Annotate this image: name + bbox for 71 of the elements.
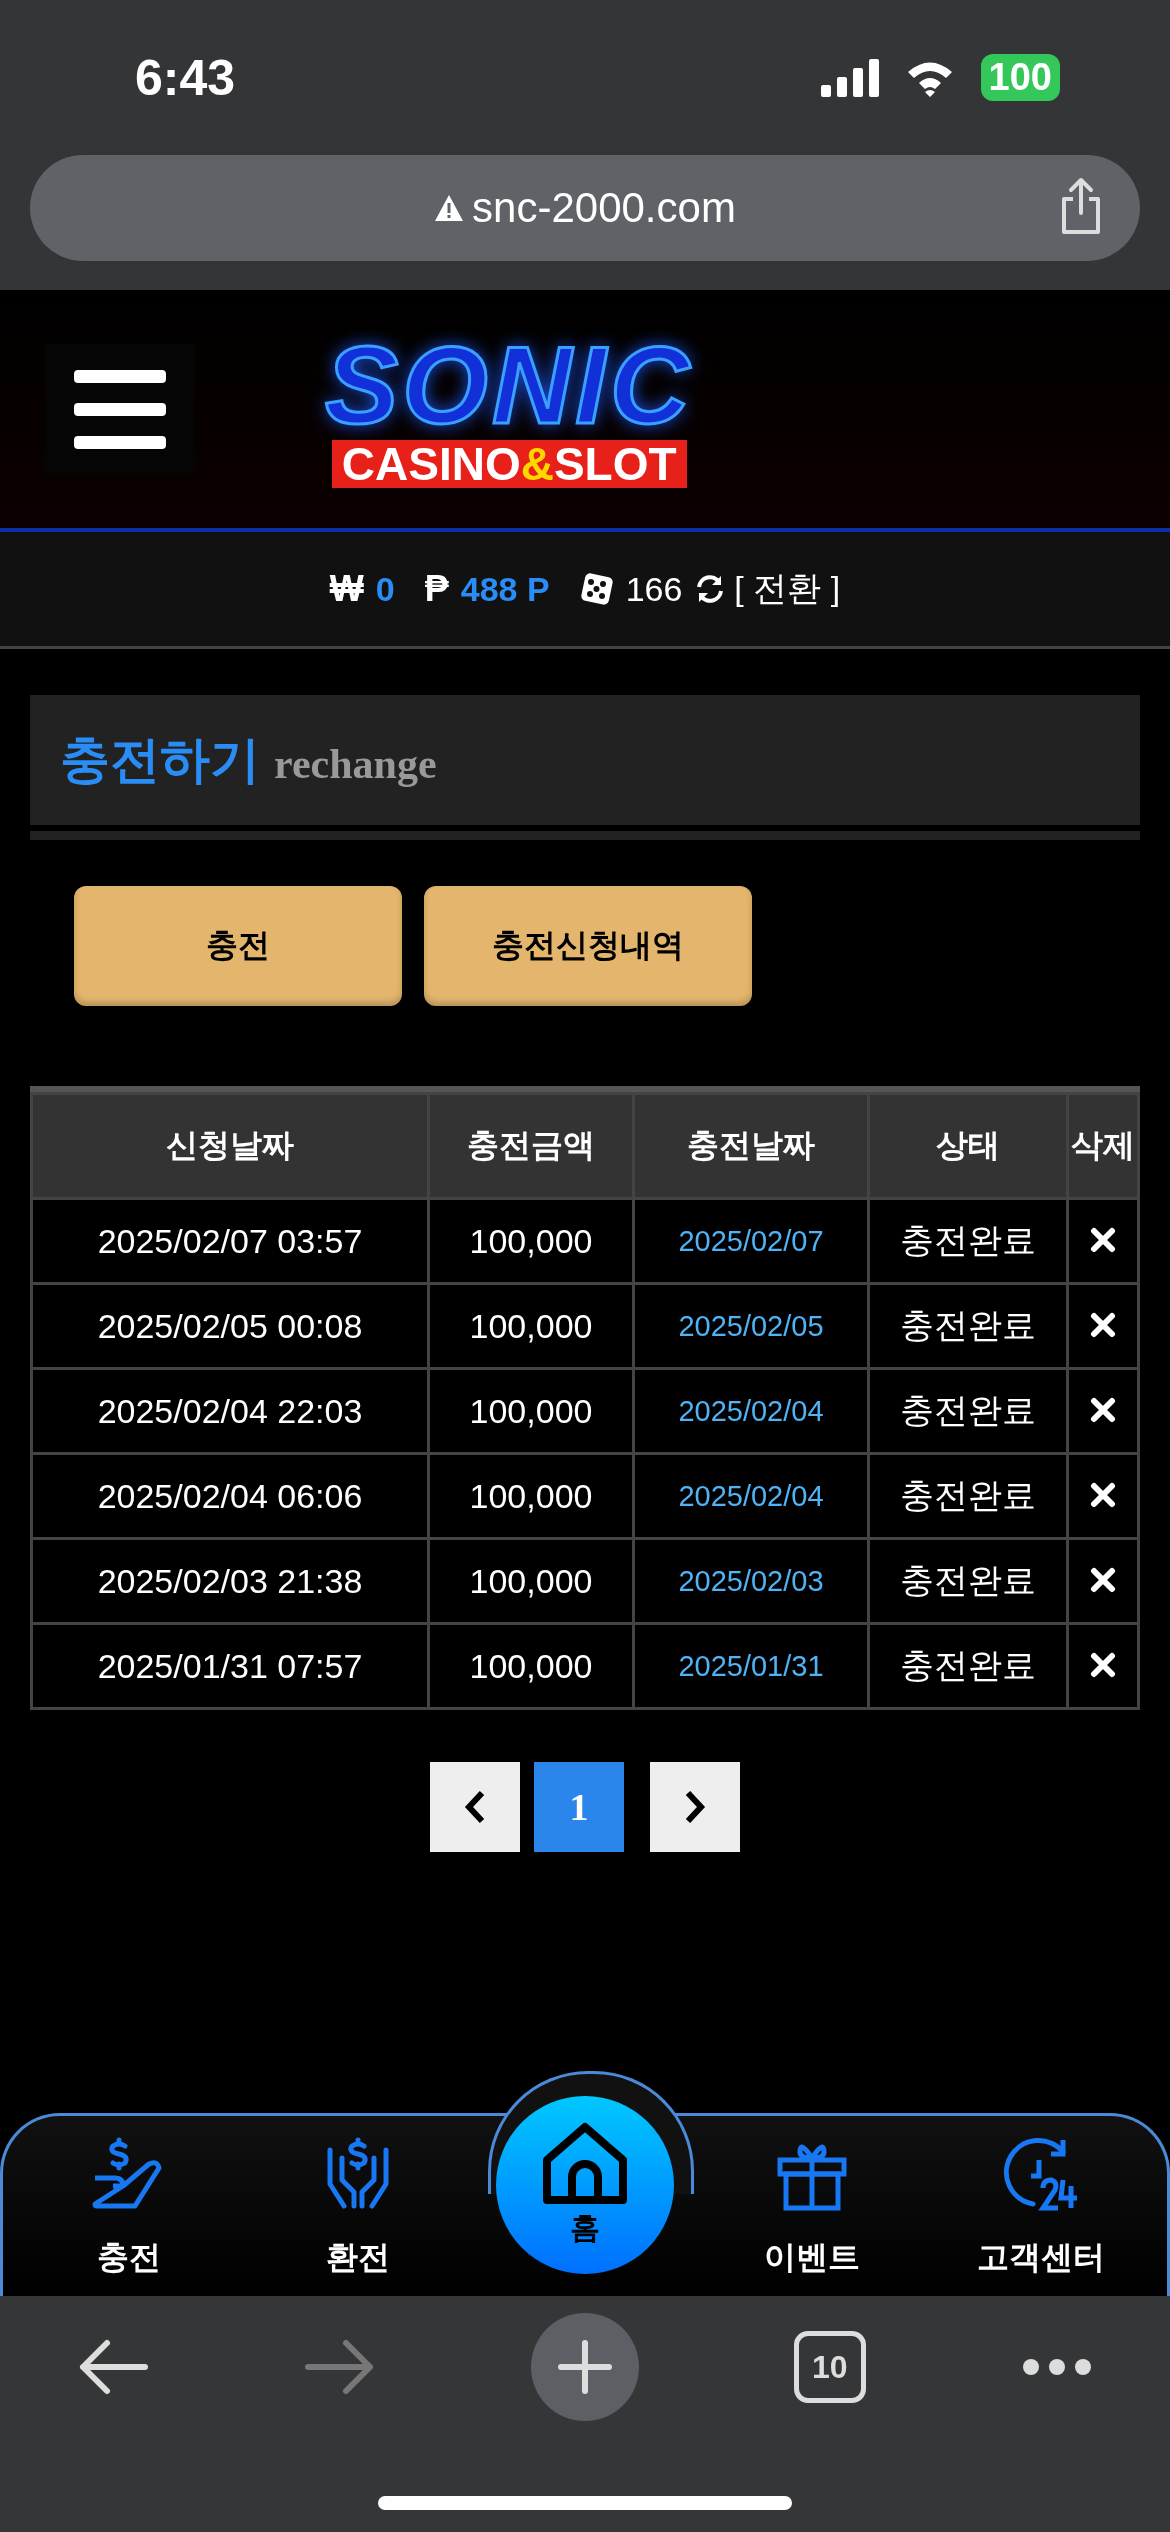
clock-24-icon bbox=[1002, 2136, 1079, 2212]
balance-amount: 488 P bbox=[460, 569, 550, 609]
delete-icon[interactable] bbox=[1090, 1566, 1116, 1593]
table-cell: 2025/02/05 bbox=[635, 1285, 867, 1367]
action-button[interactable]: 충전 bbox=[74, 886, 402, 1006]
page-subtitle: rechange bbox=[274, 740, 437, 788]
table-cell: 2025/01/31 bbox=[635, 1625, 867, 1707]
column-header: 충전금액 bbox=[430, 1095, 632, 1197]
column-header: 삭제 bbox=[1069, 1095, 1137, 1197]
tabs-button[interactable]: 10 bbox=[793, 2331, 866, 2403]
back-icon[interactable] bbox=[77, 2337, 150, 2397]
table-cell: 충전완료 bbox=[870, 1285, 1066, 1367]
nav-tab[interactable]: 이벤트 bbox=[722, 2136, 903, 2280]
page-title: 충전하기 bbox=[60, 730, 260, 790]
chevron-left-icon bbox=[464, 1790, 486, 1824]
convert-link[interactable]: [ 전환 ] bbox=[734, 566, 841, 612]
table-cell: 충전완료 bbox=[870, 1200, 1066, 1282]
table-cell: 100,000 bbox=[430, 1625, 632, 1707]
table-cell: 2025/02/04 06:06 bbox=[33, 1455, 427, 1537]
table-cell: 100,000 bbox=[430, 1455, 632, 1537]
delete-icon[interactable] bbox=[1090, 1651, 1116, 1678]
next-page-button[interactable] bbox=[650, 1762, 740, 1852]
nav-tab[interactable]: 고객센터 bbox=[950, 2136, 1131, 2280]
table-cell: 100,000 bbox=[430, 1540, 632, 1622]
delete-icon[interactable] bbox=[1090, 1226, 1116, 1253]
plus-icon bbox=[557, 2339, 613, 2395]
delete-icon[interactable] bbox=[1090, 1311, 1116, 1338]
warning-icon bbox=[434, 194, 465, 222]
table-cell: 2025/02/07 03:57 bbox=[33, 1200, 427, 1282]
table-cell: 충전완료 bbox=[870, 1370, 1066, 1452]
table-cell: 2025/02/07 bbox=[635, 1200, 867, 1282]
balance-amount: 166 bbox=[625, 569, 683, 609]
battery-indicator: 100 bbox=[980, 54, 1060, 101]
menu-icon bbox=[74, 368, 166, 450]
table-cell: 2025/02/05 00:08 bbox=[33, 1285, 427, 1367]
page-button[interactable]: 1 bbox=[534, 1762, 624, 1852]
nav-tab[interactable]: 충전 bbox=[39, 2136, 220, 2280]
table-cell: 충전완료 bbox=[870, 1455, 1066, 1537]
dice-icon bbox=[579, 572, 614, 606]
chevron-right-icon bbox=[684, 1790, 706, 1824]
column-header: 신청날짜 bbox=[33, 1095, 427, 1197]
currency-symbol: ₩ bbox=[329, 568, 364, 610]
table-cell: 2025/02/04 bbox=[635, 1455, 867, 1537]
table-cell: 충전완료 bbox=[870, 1540, 1066, 1622]
table-cell: 100,000 bbox=[430, 1200, 632, 1282]
table-cell: 2025/02/03 21:38 bbox=[33, 1540, 427, 1622]
delete-icon[interactable] bbox=[1090, 1396, 1116, 1423]
logo-subtitle: CASINO&SLOT bbox=[331, 440, 687, 488]
previous-page-button[interactable] bbox=[430, 1762, 520, 1852]
home-icon bbox=[541, 2121, 628, 2206]
action-button[interactable]: 충전신청내역 bbox=[424, 886, 752, 1006]
column-header: 충전날짜 bbox=[635, 1095, 867, 1197]
table-cell: 100,000 bbox=[430, 1285, 632, 1367]
table-cell: 충전완료 bbox=[870, 1625, 1066, 1707]
delete-icon[interactable] bbox=[1090, 1481, 1116, 1508]
balance-amount: 0 bbox=[375, 569, 395, 609]
table-cell: 2025/02/04 bbox=[635, 1370, 867, 1452]
more-icon[interactable] bbox=[1020, 2357, 1093, 2377]
column-header: 상태 bbox=[870, 1095, 1066, 1197]
status-time: 6:43 bbox=[135, 48, 236, 107]
menu-button[interactable] bbox=[45, 344, 195, 474]
table-cell: 100,000 bbox=[430, 1370, 632, 1452]
signal-icon bbox=[820, 58, 879, 97]
table-cell: 2025/02/03 bbox=[635, 1540, 867, 1622]
address-bar[interactable]: snc-2000.com bbox=[30, 155, 1140, 261]
table-cell: 2025/01/31 07:57 bbox=[33, 1625, 427, 1707]
nav-tab[interactable]: 환전 bbox=[267, 2136, 448, 2280]
table-cell: 2025/02/04 22:03 bbox=[33, 1370, 427, 1452]
home-tab[interactable]: 홈 bbox=[495, 2096, 674, 2274]
logo-title: SONIC bbox=[325, 330, 694, 440]
currency-symbol: ₱ bbox=[424, 568, 449, 610]
